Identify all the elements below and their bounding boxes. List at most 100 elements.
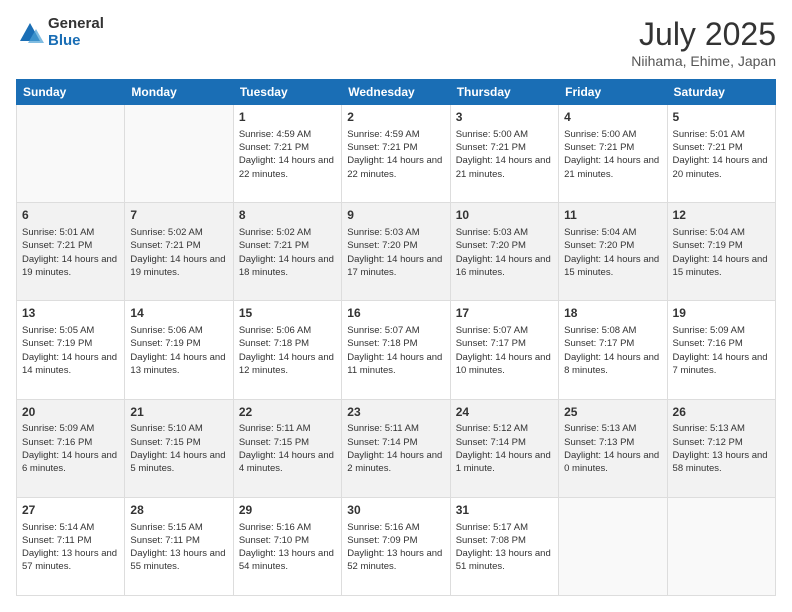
header-monday: Monday xyxy=(125,80,233,105)
table-row: 24Sunrise: 5:12 AMSunset: 7:14 PMDayligh… xyxy=(450,399,558,497)
daylight-text: Daylight: 14 hours and 15 minutes. xyxy=(564,253,661,280)
day-number: 20 xyxy=(22,404,119,421)
table-row: 1Sunrise: 4:59 AMSunset: 7:21 PMDaylight… xyxy=(233,105,341,203)
daylight-text: Daylight: 13 hours and 57 minutes. xyxy=(22,547,119,574)
day-number: 13 xyxy=(22,305,119,322)
day-number: 3 xyxy=(456,109,553,126)
sunrise-text: Sunrise: 5:04 AM xyxy=(564,226,661,239)
logo: General Blue xyxy=(16,16,104,49)
table-row: 4Sunrise: 5:00 AMSunset: 7:21 PMDaylight… xyxy=(559,105,667,203)
daylight-text: Daylight: 14 hours and 18 minutes. xyxy=(239,253,336,280)
daylight-text: Daylight: 14 hours and 10 minutes. xyxy=(456,351,553,378)
day-number: 28 xyxy=(130,502,227,519)
day-number: 19 xyxy=(673,305,770,322)
header-saturday: Saturday xyxy=(667,80,775,105)
table-row: 3Sunrise: 5:00 AMSunset: 7:21 PMDaylight… xyxy=(450,105,558,203)
day-number: 21 xyxy=(130,404,227,421)
day-number: 4 xyxy=(564,109,661,126)
table-row: 11Sunrise: 5:04 AMSunset: 7:20 PMDayligh… xyxy=(559,203,667,301)
calendar-week-row: 27Sunrise: 5:14 AMSunset: 7:11 PMDayligh… xyxy=(17,497,776,595)
sunrise-text: Sunrise: 5:03 AM xyxy=(456,226,553,239)
sunset-text: Sunset: 7:18 PM xyxy=(347,337,444,350)
sunrise-text: Sunrise: 5:10 AM xyxy=(130,422,227,435)
daylight-text: Daylight: 14 hours and 6 minutes. xyxy=(22,449,119,476)
sunrise-text: Sunrise: 5:11 AM xyxy=(239,422,336,435)
sunset-text: Sunset: 7:21 PM xyxy=(130,239,227,252)
header-thursday: Thursday xyxy=(450,80,558,105)
table-row: 22Sunrise: 5:11 AMSunset: 7:15 PMDayligh… xyxy=(233,399,341,497)
sunset-text: Sunset: 7:21 PM xyxy=(673,141,770,154)
daylight-text: Daylight: 13 hours and 54 minutes. xyxy=(239,547,336,574)
table-row: 19Sunrise: 5:09 AMSunset: 7:16 PMDayligh… xyxy=(667,301,775,399)
sunset-text: Sunset: 7:16 PM xyxy=(673,337,770,350)
table-row: 8Sunrise: 5:02 AMSunset: 7:21 PMDaylight… xyxy=(233,203,341,301)
header-wednesday: Wednesday xyxy=(342,80,450,105)
calendar-week-row: 6Sunrise: 5:01 AMSunset: 7:21 PMDaylight… xyxy=(17,203,776,301)
sunrise-text: Sunrise: 5:12 AM xyxy=(456,422,553,435)
sunrise-text: Sunrise: 5:04 AM xyxy=(673,226,770,239)
sunrise-text: Sunrise: 5:15 AM xyxy=(130,521,227,534)
sunrise-text: Sunrise: 5:13 AM xyxy=(564,422,661,435)
sunset-text: Sunset: 7:14 PM xyxy=(347,436,444,449)
daylight-text: Daylight: 14 hours and 22 minutes. xyxy=(347,154,444,181)
daylight-text: Daylight: 14 hours and 22 minutes. xyxy=(239,154,336,181)
table-row: 25Sunrise: 5:13 AMSunset: 7:13 PMDayligh… xyxy=(559,399,667,497)
sunset-text: Sunset: 7:11 PM xyxy=(130,534,227,547)
title-block: July 2025 Niihama, Ehime, Japan xyxy=(631,16,776,69)
table-row xyxy=(559,497,667,595)
daylight-text: Daylight: 14 hours and 19 minutes. xyxy=(22,253,119,280)
day-number: 6 xyxy=(22,207,119,224)
table-row: 20Sunrise: 5:09 AMSunset: 7:16 PMDayligh… xyxy=(17,399,125,497)
sunrise-text: Sunrise: 5:09 AM xyxy=(22,422,119,435)
daylight-text: Daylight: 14 hours and 7 minutes. xyxy=(673,351,770,378)
sunrise-text: Sunrise: 5:05 AM xyxy=(22,324,119,337)
sunset-text: Sunset: 7:21 PM xyxy=(22,239,119,252)
day-number: 16 xyxy=(347,305,444,322)
day-number: 2 xyxy=(347,109,444,126)
sunrise-text: Sunrise: 5:01 AM xyxy=(673,128,770,141)
sunrise-text: Sunrise: 5:17 AM xyxy=(456,521,553,534)
day-number: 1 xyxy=(239,109,336,126)
sunset-text: Sunset: 7:20 PM xyxy=(456,239,553,252)
table-row xyxy=(125,105,233,203)
day-number: 14 xyxy=(130,305,227,322)
table-row: 9Sunrise: 5:03 AMSunset: 7:20 PMDaylight… xyxy=(342,203,450,301)
sunset-text: Sunset: 7:19 PM xyxy=(673,239,770,252)
daylight-text: Daylight: 14 hours and 1 minute. xyxy=(456,449,553,476)
sunset-text: Sunset: 7:11 PM xyxy=(22,534,119,547)
table-row: 26Sunrise: 5:13 AMSunset: 7:12 PMDayligh… xyxy=(667,399,775,497)
day-number: 30 xyxy=(347,502,444,519)
day-number: 27 xyxy=(22,502,119,519)
table-row: 6 Sunrise: 5:01 AMSunset: 7:21 PMDaylight… xyxy=(17,203,125,301)
logo-text: General Blue xyxy=(48,16,104,49)
sunset-text: Sunset: 7:09 PM xyxy=(347,534,444,547)
sunset-text: Sunset: 7:13 PM xyxy=(564,436,661,449)
day-number: 17 xyxy=(456,305,553,322)
daylight-text: Daylight: 14 hours and 8 minutes. xyxy=(564,351,661,378)
table-row: 27Sunrise: 5:14 AMSunset: 7:11 PMDayligh… xyxy=(17,497,125,595)
day-number: 18 xyxy=(564,305,661,322)
sunrise-text: Sunrise: 5:11 AM xyxy=(347,422,444,435)
sunset-text: Sunset: 7:10 PM xyxy=(239,534,336,547)
page: General Blue July 2025 Niihama, Ehime, J… xyxy=(0,0,792,612)
table-row: 5Sunrise: 5:01 AMSunset: 7:21 PMDaylight… xyxy=(667,105,775,203)
daylight-text: Daylight: 14 hours and 13 minutes. xyxy=(130,351,227,378)
table-row: 2Sunrise: 4:59 AMSunset: 7:21 PMDaylight… xyxy=(342,105,450,203)
table-row: 17Sunrise: 5:07 AMSunset: 7:17 PMDayligh… xyxy=(450,301,558,399)
daylight-text: Daylight: 13 hours and 51 minutes. xyxy=(456,547,553,574)
daylight-text: Daylight: 14 hours and 4 minutes. xyxy=(239,449,336,476)
sunrise-text: Sunrise: 4:59 AM xyxy=(347,128,444,141)
sunset-text: Sunset: 7:14 PM xyxy=(456,436,553,449)
sunset-text: Sunset: 7:12 PM xyxy=(673,436,770,449)
month-year-title: July 2025 xyxy=(631,16,776,53)
sunrise-text: Sunrise: 5:01 AM xyxy=(22,226,119,239)
daylight-text: Daylight: 14 hours and 11 minutes. xyxy=(347,351,444,378)
daylight-text: Daylight: 14 hours and 14 minutes. xyxy=(22,351,119,378)
day-number: 5 xyxy=(673,109,770,126)
sunset-text: Sunset: 7:16 PM xyxy=(22,436,119,449)
day-number: 25 xyxy=(564,404,661,421)
header-tuesday: Tuesday xyxy=(233,80,341,105)
day-number: 7 xyxy=(130,207,227,224)
calendar-week-row: 13Sunrise: 5:05 AMSunset: 7:19 PMDayligh… xyxy=(17,301,776,399)
sunset-text: Sunset: 7:15 PM xyxy=(239,436,336,449)
